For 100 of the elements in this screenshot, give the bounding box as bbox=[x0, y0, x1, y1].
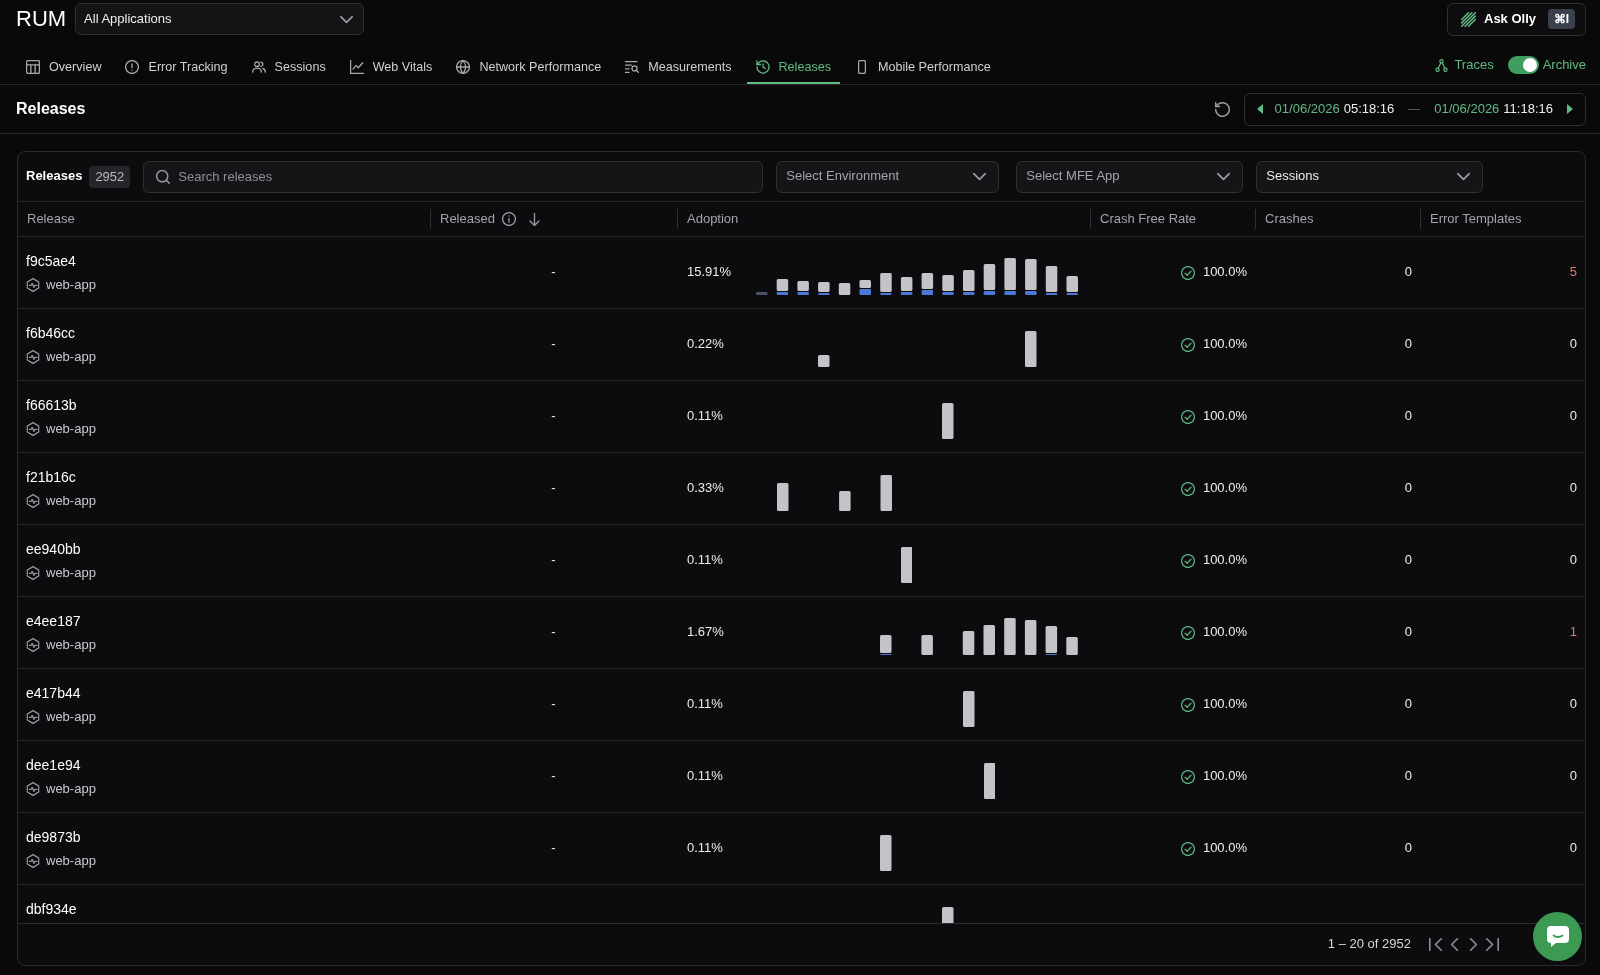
tab[interactable]: Network Performance bbox=[447, 51, 611, 84]
app-title: RUM bbox=[16, 6, 67, 32]
crashes-value: 0 bbox=[1404, 768, 1412, 785]
tab[interactable]: Measurements bbox=[616, 51, 741, 84]
crash-free-rate: 100.0% bbox=[1202, 768, 1247, 785]
error-templates-value: 0 bbox=[1569, 552, 1577, 569]
released-value: - bbox=[551, 336, 556, 352]
release-name[interactable]: f21b16c bbox=[26, 469, 76, 486]
dropdown-select[interactable]: Sessions bbox=[1256, 160, 1484, 193]
crash-free-rate: 100.0% bbox=[1202, 264, 1247, 281]
released-value: - bbox=[551, 768, 556, 784]
released-value: - bbox=[551, 696, 556, 712]
app-name: web-app bbox=[46, 349, 96, 366]
error-templates-value: 0 bbox=[1569, 336, 1577, 353]
release-name[interactable]: dee1e94 bbox=[26, 757, 81, 774]
tab[interactable]: Releases bbox=[746, 51, 840, 84]
column-header[interactable]: Error Templates bbox=[1430, 210, 1522, 228]
crash-free-rate: 100.0% bbox=[1202, 552, 1247, 569]
archive-label: Archive bbox=[1542, 56, 1586, 74]
traces-link[interactable]: Traces bbox=[1435, 56, 1494, 74]
released-value: - bbox=[551, 840, 556, 856]
app-name: web-app bbox=[46, 781, 96, 798]
error-templates-value: 5 bbox=[1569, 264, 1577, 281]
application-select[interactable]: All Applications bbox=[75, 3, 365, 35]
error-templates-value: 0 bbox=[1569, 768, 1577, 785]
chevron-left-icon[interactable] bbox=[1448, 938, 1461, 951]
people-icon bbox=[251, 60, 266, 74]
history-icon bbox=[755, 60, 770, 74]
crashes-value: 0 bbox=[1404, 408, 1412, 425]
globe-icon bbox=[456, 60, 471, 74]
hexagon-pulse-icon bbox=[26, 710, 40, 725]
list-search-icon bbox=[625, 60, 640, 74]
column-header[interactable]: Crash Free Rate bbox=[1100, 210, 1197, 228]
last-page-icon[interactable] bbox=[1486, 938, 1499, 951]
adoption-sparkline bbox=[880, 834, 892, 871]
adoption-value: 0.22% bbox=[687, 336, 724, 352]
hexagon-pulse-icon bbox=[26, 854, 40, 869]
tab[interactable]: Web Vitals bbox=[340, 51, 442, 84]
crashes-value: 0 bbox=[1404, 264, 1412, 281]
released-value: - bbox=[551, 408, 556, 424]
tab[interactable]: Mobile Performance bbox=[846, 51, 1000, 84]
refresh-icon[interactable] bbox=[1214, 101, 1230, 117]
adoption-sparkline bbox=[963, 690, 975, 727]
error-templates-value: 0 bbox=[1569, 480, 1577, 497]
chevron-down-icon bbox=[973, 170, 987, 183]
dropdown-select[interactable]: Select MFE App bbox=[1016, 160, 1244, 193]
release-name[interactable]: ee940bb bbox=[26, 541, 81, 558]
phone-icon bbox=[855, 60, 869, 74]
tab[interactable]: Sessions bbox=[242, 51, 335, 84]
page-title: Releases bbox=[16, 99, 86, 119]
release-name[interactable]: e4ee187 bbox=[26, 613, 81, 630]
crash-free-rate: 100.0% bbox=[1202, 480, 1247, 497]
app-name: web-app bbox=[46, 565, 96, 582]
first-page-icon[interactable] bbox=[1429, 938, 1442, 951]
release-name[interactable]: f6b46cc bbox=[26, 325, 76, 342]
node-tree-icon bbox=[1435, 58, 1449, 72]
search-field[interactable]: Search releases bbox=[143, 160, 764, 193]
keyboard-shortcut: ⌘I bbox=[1547, 9, 1575, 29]
tab[interactable]: Overview bbox=[17, 51, 111, 84]
release-name[interactable]: de9873b bbox=[26, 829, 81, 846]
released-value: - bbox=[551, 264, 556, 280]
caret-right-icon[interactable] bbox=[1567, 104, 1573, 114]
tab[interactable]: Error Tracking bbox=[116, 51, 237, 84]
column-header[interactable]: Adoption bbox=[687, 210, 739, 228]
column-header[interactable]: Crashes bbox=[1265, 210, 1314, 228]
release-name[interactable]: e417b44 bbox=[26, 685, 81, 702]
crash-free-rate: 100.0% bbox=[1202, 624, 1247, 641]
adoption-value: 0.11% bbox=[687, 408, 723, 424]
pagination-range: 1 – 20 of 2952 bbox=[1327, 936, 1411, 953]
adoption-value: 0.11% bbox=[687, 696, 723, 712]
adoption-value: 0.11% bbox=[687, 840, 723, 856]
toggle-switch[interactable] bbox=[1507, 56, 1539, 74]
adoption-sparkline bbox=[983, 762, 996, 799]
release-name[interactable]: f66613b bbox=[26, 397, 77, 414]
hexagon-pulse-icon bbox=[26, 494, 40, 509]
dropdown-select[interactable]: Select Environment bbox=[776, 160, 1000, 193]
crash-free-rate: 100.0% bbox=[1202, 696, 1247, 713]
app-name: web-app bbox=[46, 421, 96, 438]
hexagon-pulse-icon bbox=[26, 422, 40, 437]
date-range-picker[interactable]: 01/06/2026 05:18:16 01/06/2026 11:18:16 bbox=[1243, 92, 1586, 126]
search-icon bbox=[156, 169, 171, 184]
chevron-right-icon[interactable] bbox=[1467, 938, 1480, 951]
crashes-value: 0 bbox=[1404, 624, 1412, 641]
hexagon-pulse-icon bbox=[26, 350, 40, 365]
release-name[interactable]: dbf934e bbox=[26, 901, 77, 918]
crash-free-rate: 100.0% bbox=[1202, 840, 1247, 857]
crashes-value: 0 bbox=[1404, 840, 1412, 857]
arrow-down-icon[interactable] bbox=[527, 212, 541, 226]
column-header[interactable]: Released bbox=[440, 210, 495, 228]
adoption-value: 0.11% bbox=[687, 552, 723, 568]
hexagon-pulse-icon bbox=[26, 782, 40, 797]
column-header[interactable]: Release bbox=[27, 210, 75, 228]
caret-left-icon[interactable] bbox=[1256, 104, 1263, 114]
adoption-value: 15.91% bbox=[687, 264, 732, 280]
count-badge: 2952 bbox=[89, 165, 131, 188]
app-name: web-app bbox=[46, 709, 96, 726]
ask-olly-button[interactable]: Ask Olly ⌘I bbox=[1447, 2, 1586, 36]
panel-title: Releases bbox=[26, 168, 83, 185]
release-name[interactable]: f9c5ae4 bbox=[26, 253, 76, 270]
chevron-down-icon bbox=[1457, 170, 1471, 183]
